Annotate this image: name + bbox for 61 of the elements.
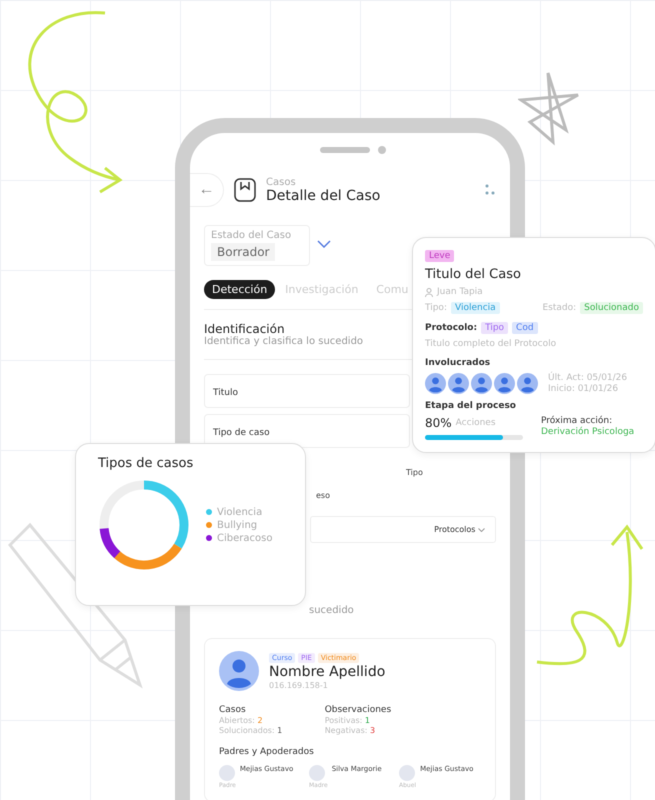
dots-icon[interactable] [484, 184, 496, 196]
stat-title: Casos [219, 705, 247, 715]
chevron-icon [478, 528, 485, 532]
field-label: eso [316, 491, 330, 500]
bookmark-icon [234, 178, 256, 202]
severity-tag: Leve [425, 250, 454, 262]
stat-value: 3 [370, 726, 376, 735]
updated-date: Últ. Act: 05/01/26 [548, 373, 628, 383]
stage-title: Etapa del proceso [425, 401, 517, 411]
avatar-icon [494, 373, 515, 394]
avatar-icon [219, 765, 235, 781]
avatar-icon [471, 373, 492, 394]
tab[interactable]: Detección [204, 280, 276, 299]
involved-title: Involucrados [425, 358, 492, 368]
protocol-tag: Cod [512, 322, 538, 334]
protocol-tag: Tipo [481, 322, 508, 334]
guardians-title: Padres y Apoderados [219, 747, 315, 757]
input-field[interactable]: Titulo [204, 374, 410, 408]
page-title: Detalle del Caso [266, 188, 382, 204]
next-action-title: Próxima acción: [541, 416, 614, 426]
type-label: Tipo: [425, 303, 447, 313]
stat-text: Abiertos: 2 [219, 716, 264, 725]
next-action: Derivación Psicologa [541, 427, 634, 437]
avatar-icon [448, 373, 469, 394]
stat-title: Observaciones [324, 705, 392, 715]
start-date: Inicio: 01/01/26 [548, 384, 620, 394]
section-subtitle: sucedido [309, 605, 354, 616]
stat-value: 1 [364, 716, 370, 725]
stat-value: 2 [257, 716, 263, 725]
stat-text: Positivas: 1 [324, 716, 372, 725]
progress-label: Acciones [456, 418, 496, 428]
avatar-icon [425, 373, 446, 394]
chart-title: Tipos de casos [98, 456, 194, 471]
person-icon [425, 288, 433, 296]
owner-name: Juan Tapia [437, 287, 483, 297]
state-label: Estado: [542, 303, 576, 313]
avatar-icon [399, 765, 415, 781]
person-id: 016.169.158-1 [269, 680, 329, 690]
protocol-select[interactable]: Protocolos [310, 516, 496, 543]
progress-percent: 80% [425, 416, 452, 430]
state-tag: Solucionado [580, 302, 643, 314]
stat-text: Solucionados: 1 [219, 726, 284, 735]
protocol-label: Protocolo: [425, 323, 478, 333]
legend-label: Bullying [217, 520, 258, 530]
back-button[interactable]: ← [190, 173, 224, 207]
phone-camera [378, 146, 386, 154]
phone-speaker [320, 147, 370, 153]
case-title: Titulo del Caso [425, 267, 522, 282]
legend-label: Violencia [217, 506, 262, 518]
breadcrumb-text: Casos [266, 176, 297, 188]
chevron-icon [317, 240, 331, 248]
person-name: Nombre Apellido [269, 664, 386, 680]
avatar-icon [219, 651, 259, 691]
stat-value: 1 [277, 726, 282, 735]
field-label: Tipo [406, 468, 423, 477]
section-title: Identificación [204, 322, 285, 336]
legend-label: Ciberacoso [217, 532, 272, 544]
avatar-icon [517, 373, 538, 394]
stat-text: Negativas: 3 [324, 726, 376, 735]
avatar-icon [309, 765, 325, 781]
type-tag: Violencia [450, 302, 500, 314]
